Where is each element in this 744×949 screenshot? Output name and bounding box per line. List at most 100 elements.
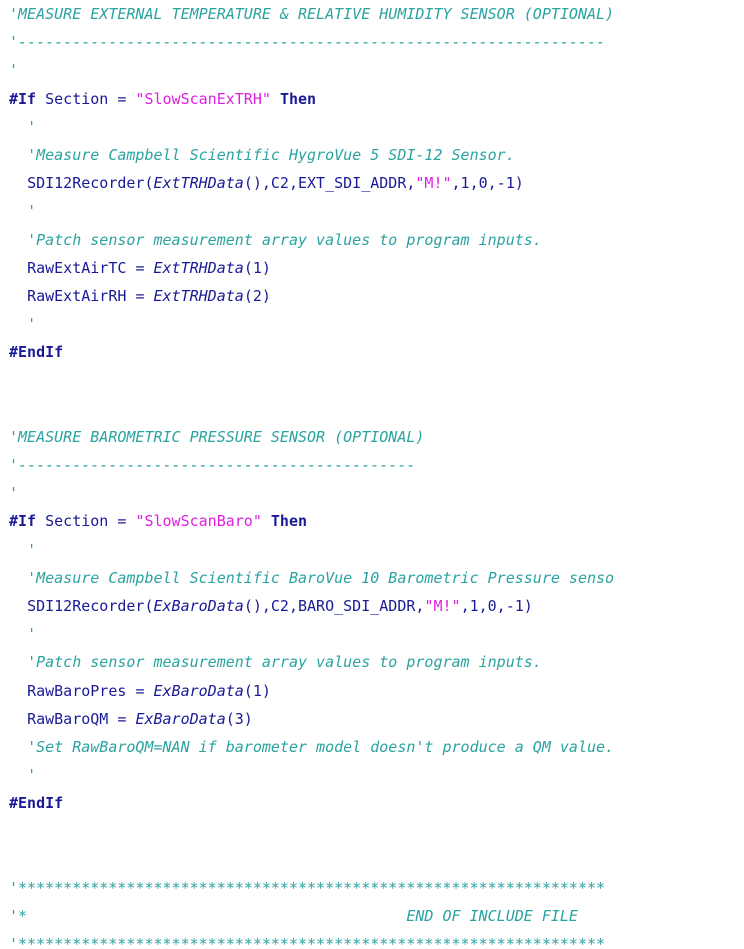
code-line[interactable]: 'Measure Campbell Scientific HygroVue 5 …	[0, 141, 744, 169]
code-token-code-text: (1)	[243, 258, 271, 277]
code-line[interactable]: '---------------------------------------…	[0, 451, 744, 479]
code-token-comment: 'MEASURE EXTERNAL TEMPERATURE & RELATIVE…	[9, 5, 615, 23]
code-token-comment: 'Measure Campbell Scientific HygroVue 5 …	[27, 145, 515, 164]
code-token-string-literal: "M!"	[415, 174, 452, 193]
code-token-comment: 'Set RawBaroQM=NAN if barometer model do…	[27, 737, 615, 756]
code-line[interactable]: RawBaroPres = ExBaroData(1)	[0, 677, 744, 705]
code-token-function-name: SDI12Recorder(	[27, 174, 154, 193]
code-token-code-text: (1)	[243, 681, 271, 700]
code-line[interactable]: '***************************************…	[0, 930, 744, 949]
code-token-string-literal: "SlowScanBaro"	[135, 512, 262, 531]
code-token-code-text	[144, 682, 153, 700]
code-line[interactable]: '* END OF INCLUDE FILE	[0, 902, 744, 930]
code-line[interactable]	[0, 395, 744, 423]
code-token-code-text: (2)	[243, 286, 271, 305]
code-line[interactable]: #If Section = "SlowScanBaro" Then	[0, 507, 744, 535]
code-token-code-text	[144, 287, 153, 305]
code-token-code-text: ,1,0,-1)	[460, 596, 533, 615]
code-token-comment: '	[9, 61, 19, 80]
code-line[interactable]: 'Set RawBaroQM=NAN if barometer model do…	[0, 733, 744, 761]
code-line[interactable]: #If Section = "SlowScanExTRH" Then	[0, 85, 744, 113]
code-token-keyword: #If	[9, 512, 37, 531]
code-token-code-text: Section	[36, 512, 118, 531]
code-line[interactable]: 'Patch sensor measurement array values t…	[0, 648, 744, 676]
code-line[interactable]	[0, 846, 744, 874]
code-token-comment: 'Patch sensor measurement array values t…	[27, 230, 542, 249]
code-line[interactable]: 'Measure Campbell Scientific BaroVue 10 …	[0, 564, 744, 592]
code-token-variable: ExBaroData	[153, 596, 244, 615]
code-token-string-literal: "M!"	[424, 596, 461, 615]
code-token-comment: '	[27, 202, 37, 221]
code-token-code-text: (),C2,EXT_SDI_ADDR,	[243, 174, 416, 193]
code-token-keyword: Then	[270, 512, 308, 531]
code-token-variable: ExtTRHData	[153, 174, 244, 193]
code-line[interactable]: '	[0, 536, 744, 564]
code-line[interactable]: '---------------------------------------…	[0, 28, 744, 56]
code-line[interactable]: SDI12Recorder(ExBaroData(),C2,BARO_SDI_A…	[0, 592, 744, 620]
code-line[interactable]: '	[0, 197, 744, 225]
code-token-comment: '	[27, 766, 37, 785]
code-token-keyword: #EndIf	[9, 343, 64, 362]
code-token-code-text: RawBaroPres	[27, 681, 136, 700]
code-line[interactable]: '***************************************…	[0, 874, 744, 902]
code-token-comment: '---------------------------------------…	[9, 456, 416, 474]
code-token-code-text	[144, 259, 153, 277]
code-line[interactable]: 'MEASURE EXTERNAL TEMPERATURE & RELATIVE…	[0, 0, 744, 28]
code-line[interactable]: '	[0, 310, 744, 338]
code-token-comment: '***************************************…	[9, 935, 606, 949]
code-line[interactable]: RawExtAirRH = ExtTRHData(2)	[0, 282, 744, 310]
code-token-variable: ExBaroData	[135, 709, 226, 728]
code-token-variable: ExtTRHData	[153, 258, 244, 277]
code-token-variable: ExBaroData	[153, 681, 244, 700]
code-token-code-text: RawExtAirRH	[27, 286, 136, 305]
code-token-keyword: #If	[9, 89, 37, 108]
code-token-comment: 'Patch sensor measurement array values t…	[27, 653, 542, 672]
code-token-code-text: ,1,0,-1)	[451, 174, 524, 193]
code-token-function-name: SDI12Recorder(	[27, 596, 154, 615]
code-token-code-text	[262, 512, 271, 530]
code-line[interactable]: #EndIf	[0, 789, 744, 817]
code-line[interactable]	[0, 366, 744, 394]
code-token-keyword: Then	[279, 89, 317, 108]
code-token-code-text: Section	[36, 89, 118, 108]
code-token-comment: '---------------------------------------…	[9, 33, 606, 52]
code-line[interactable]: '	[0, 761, 744, 789]
code-token-code-text	[271, 90, 280, 108]
code-token-comment: '	[9, 484, 19, 503]
code-line[interactable]: 'Patch sensor measurement array values t…	[0, 226, 744, 254]
code-token-comment: '	[27, 540, 37, 559]
code-line[interactable]: #EndIf	[0, 338, 744, 366]
code-line[interactable]: '	[0, 113, 744, 141]
code-token-comment: '* END OF INCLUDE FILE	[9, 907, 578, 925]
code-line[interactable]	[0, 817, 744, 845]
code-line[interactable]: RawBaroQM = ExBaroData(3)	[0, 705, 744, 733]
code-line[interactable]: RawExtAirTC = ExtTRHData(1)	[0, 254, 744, 282]
code-line[interactable]: 'MEASURE BAROMETRIC PRESSURE SENSOR (OPT…	[0, 423, 744, 451]
code-token-comment: 'MEASURE BAROMETRIC PRESSURE SENSOR (OPT…	[9, 427, 425, 446]
code-line[interactable]: SDI12Recorder(ExtTRHData(),C2,EXT_SDI_AD…	[0, 169, 744, 197]
code-token-comment: '	[27, 625, 37, 644]
code-token-comment: 'Measure Campbell Scientific BaroVue 10 …	[27, 568, 615, 587]
code-editor[interactable]: 'MEASURE EXTERNAL TEMPERATURE & RELATIVE…	[0, 0, 744, 949]
code-line[interactable]: '	[0, 56, 744, 84]
code-line[interactable]: '	[0, 479, 744, 507]
code-line[interactable]: '	[0, 620, 744, 648]
code-token-code-text: RawExtAirTC	[27, 258, 136, 277]
code-token-variable: ExtTRHData	[153, 286, 244, 305]
code-token-code-text: (3)	[225, 709, 253, 728]
code-token-code-text: (),C2,BARO_SDI_ADDR,	[243, 596, 425, 615]
